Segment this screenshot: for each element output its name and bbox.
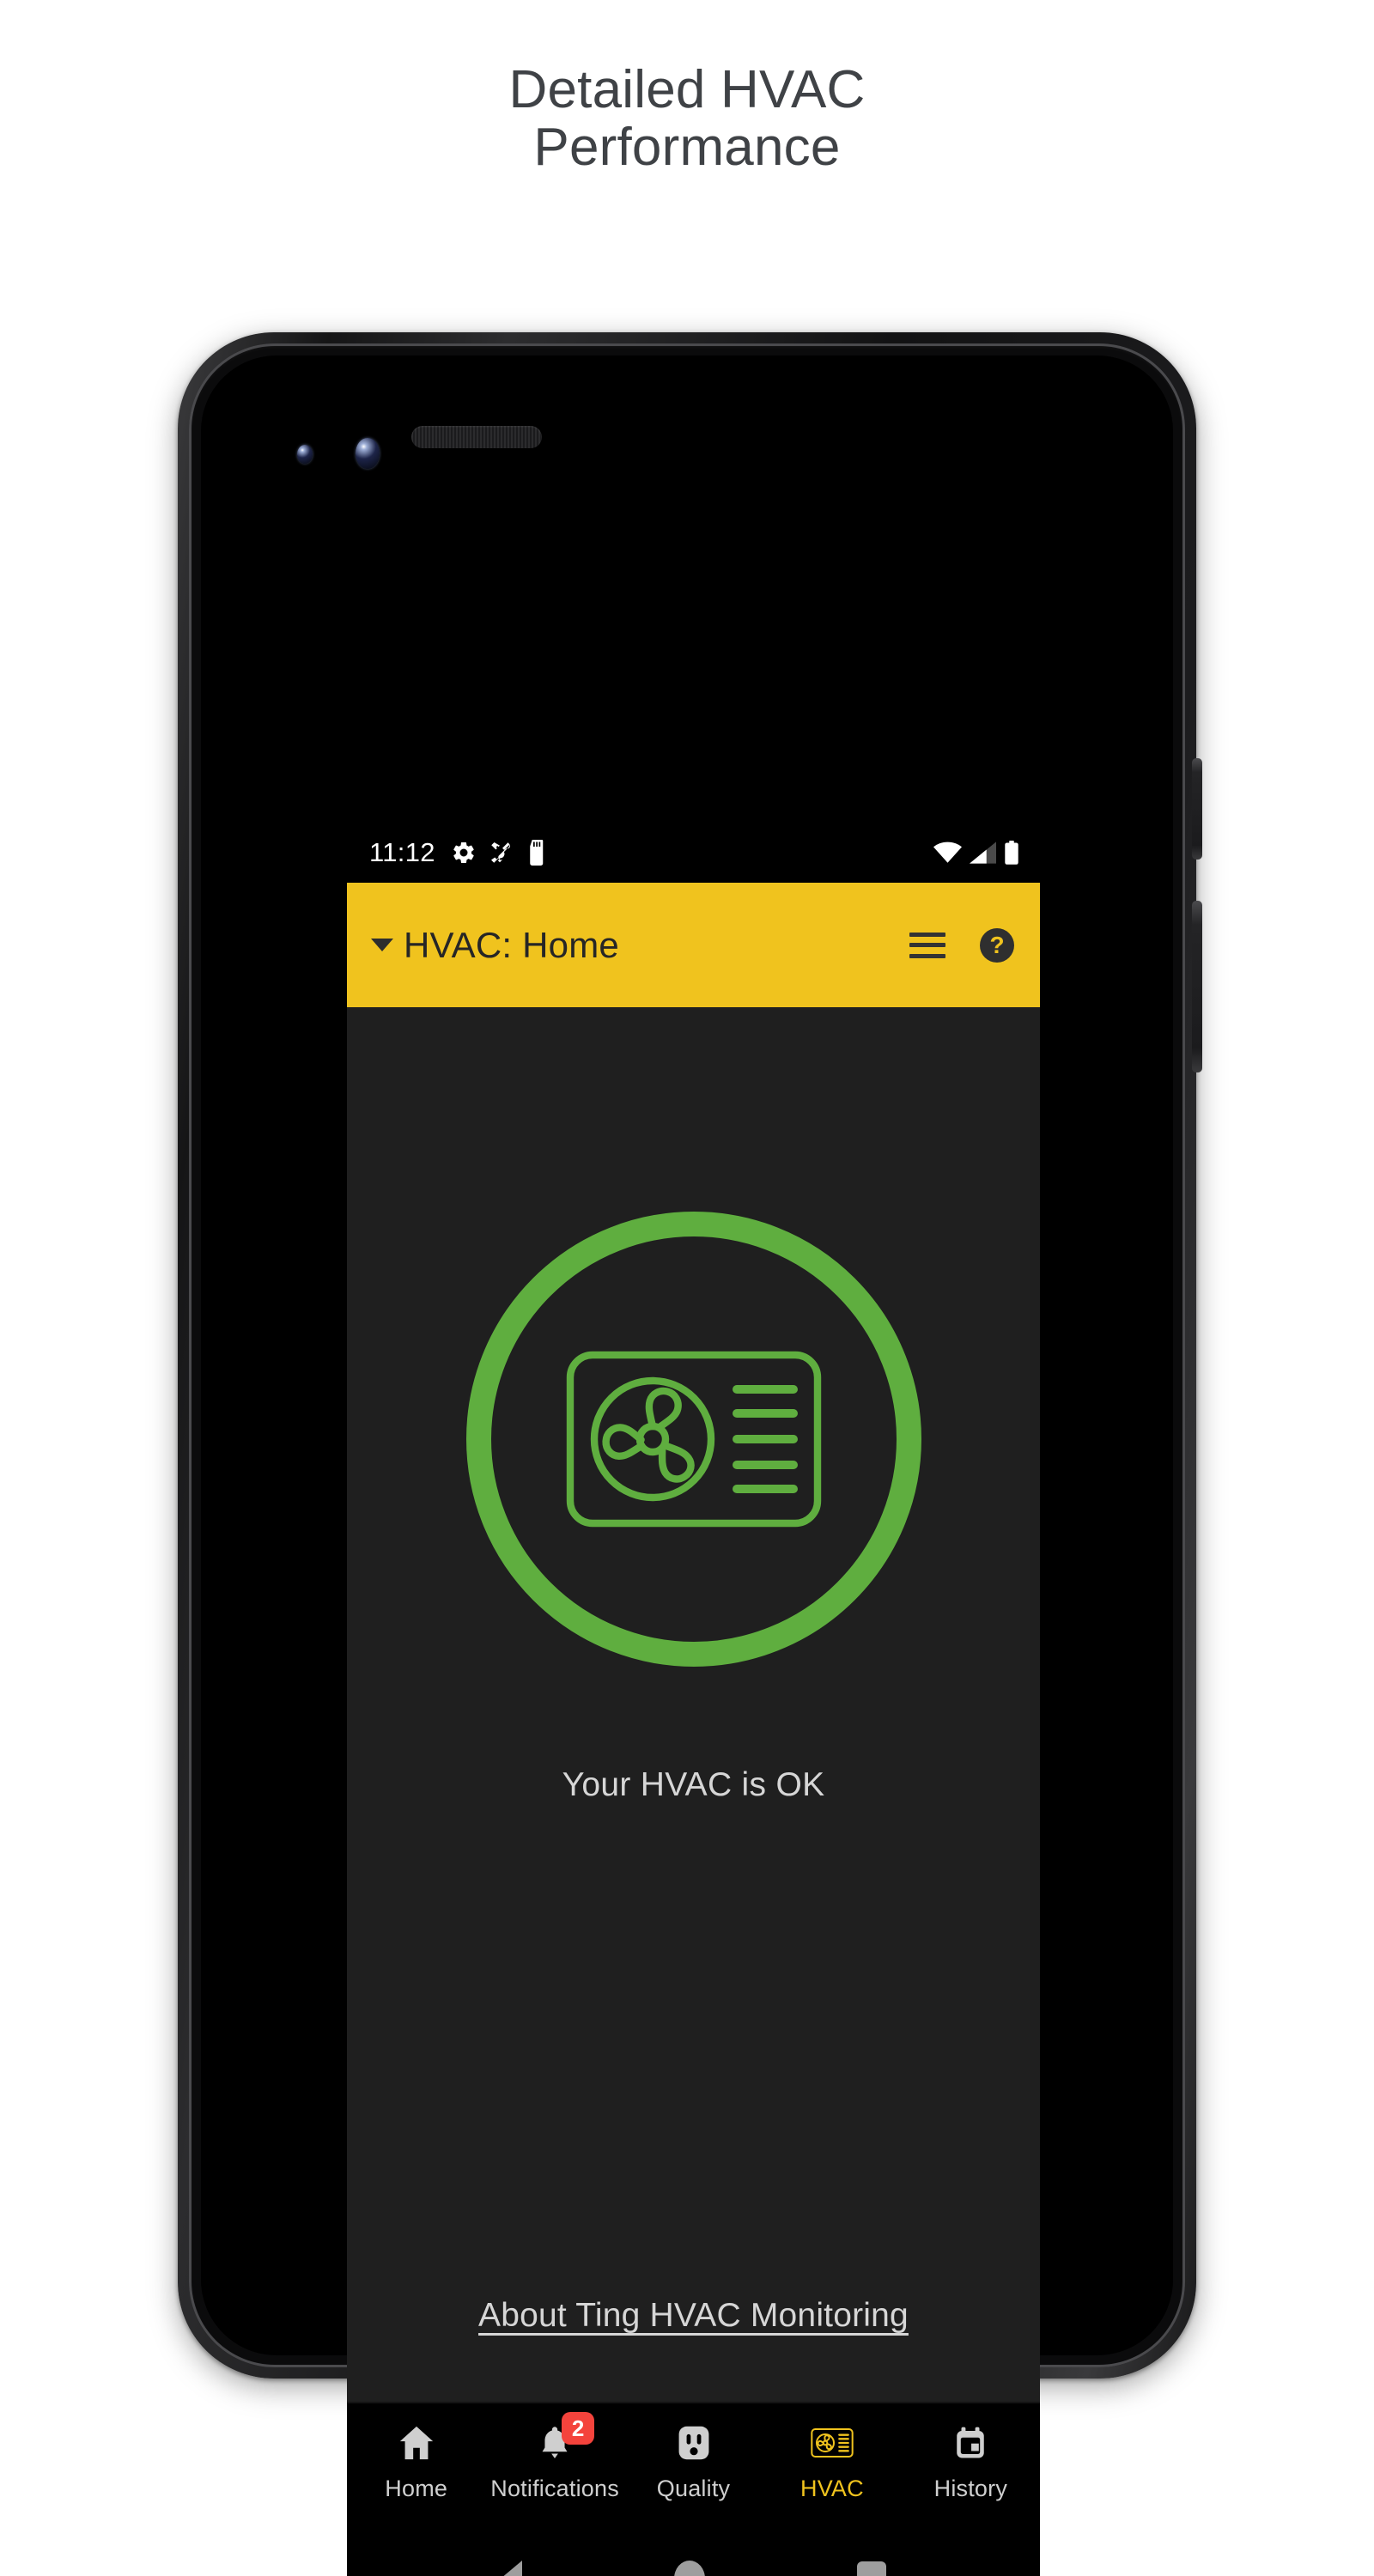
- page-title-line-1: Detailed HVAC: [508, 60, 866, 119]
- wifi-icon: [933, 841, 962, 863]
- status-time: 11:12: [369, 837, 435, 867]
- tab-history-icon-wrap: [952, 2419, 988, 2467]
- gear-icon: [453, 841, 474, 864]
- tab-home-label: Home: [385, 2476, 448, 2501]
- home-circle-icon[interactable]: [673, 2561, 705, 2576]
- calendar-icon: [957, 2427, 985, 2458]
- battery-icon: [1005, 841, 1018, 865]
- tab-hvac-icon-wrap: [811, 2419, 854, 2467]
- home-icon: [399, 2426, 433, 2460]
- notifications-badge: 2: [562, 2412, 595, 2445]
- hvac-unit-icon: [811, 2428, 854, 2458]
- tab-home[interactable]: Home: [347, 2419, 485, 2502]
- volume-button[interactable]: [1192, 901, 1202, 1072]
- app-display: 11:12 HVAC: Home ? Your HVAC is OK About…: [347, 823, 1040, 2576]
- chevron-down-icon[interactable]: [371, 939, 393, 951]
- tab-quality-icon-wrap: [675, 2419, 713, 2467]
- back-triangle-icon[interactable]: [500, 2561, 522, 2576]
- hvac-unit-icon: [566, 1351, 821, 1528]
- app-bar: HVAC: Home ?: [347, 883, 1040, 1007]
- hamburger-menu-icon[interactable]: [909, 932, 945, 958]
- tab-notifications[interactable]: 2 Notifications: [485, 2412, 623, 2502]
- tab-quality[interactable]: Quality: [624, 2419, 763, 2502]
- tab-home-icon-wrap: [397, 2419, 436, 2467]
- page-root: Detailed HVAC Performance 11:12 HVAC: Ho…: [0, 0, 1374, 2576]
- front-camera-icon: [356, 438, 380, 469]
- sd-card-icon: [530, 840, 544, 866]
- tab-hvac[interactable]: HVAC: [763, 2419, 901, 2502]
- android-status-bar: 11:12: [347, 823, 1040, 883]
- wrench-icon: [490, 842, 510, 863]
- status-left-icons: [451, 840, 549, 866]
- tab-quality-label: Quality: [656, 2476, 731, 2501]
- about-link[interactable]: About Ting HVAC Monitoring: [347, 2297, 1040, 2335]
- status-ring: [465, 1212, 921, 1667]
- power-button[interactable]: [1192, 758, 1202, 860]
- tab-hvac-label: HVAC: [800, 2476, 864, 2501]
- main-content: Your HVAC is OK About Ting HVAC Monitori…: [347, 1007, 1040, 2402]
- android-nav-bar: [347, 2527, 1040, 2576]
- recents-square-icon[interactable]: [857, 2561, 887, 2576]
- tab-history-label: History: [933, 2476, 1008, 2501]
- app-bar-title[interactable]: HVAC: Home: [404, 925, 619, 966]
- page-title: Detailed HVAC Performance: [0, 60, 1374, 177]
- cellular-signal-icon: [970, 841, 996, 864]
- sensor-icon: [297, 445, 313, 464]
- bottom-tab-bar: Home 2 Notifications Quality HVAC Histor…: [347, 2402, 1040, 2527]
- tab-history[interactable]: History: [902, 2419, 1040, 2502]
- tab-notifications-icon-wrap: 2: [536, 2412, 595, 2467]
- tab-notifications-label: Notifications: [490, 2476, 619, 2501]
- app-bar-actions: ?: [909, 927, 1014, 963]
- outlet-icon: [678, 2426, 708, 2460]
- status-right-icons: [933, 841, 1019, 865]
- page-title-line-2: Performance: [533, 117, 841, 177]
- earpiece-speaker: [411, 426, 542, 448]
- help-icon[interactable]: ?: [980, 927, 1014, 963]
- phone-mockup: 11:12 HVAC: Home ? Your HVAC is OK About…: [178, 332, 1202, 2576]
- hvac-status-text: Your HVAC is OK: [562, 1766, 825, 1803]
